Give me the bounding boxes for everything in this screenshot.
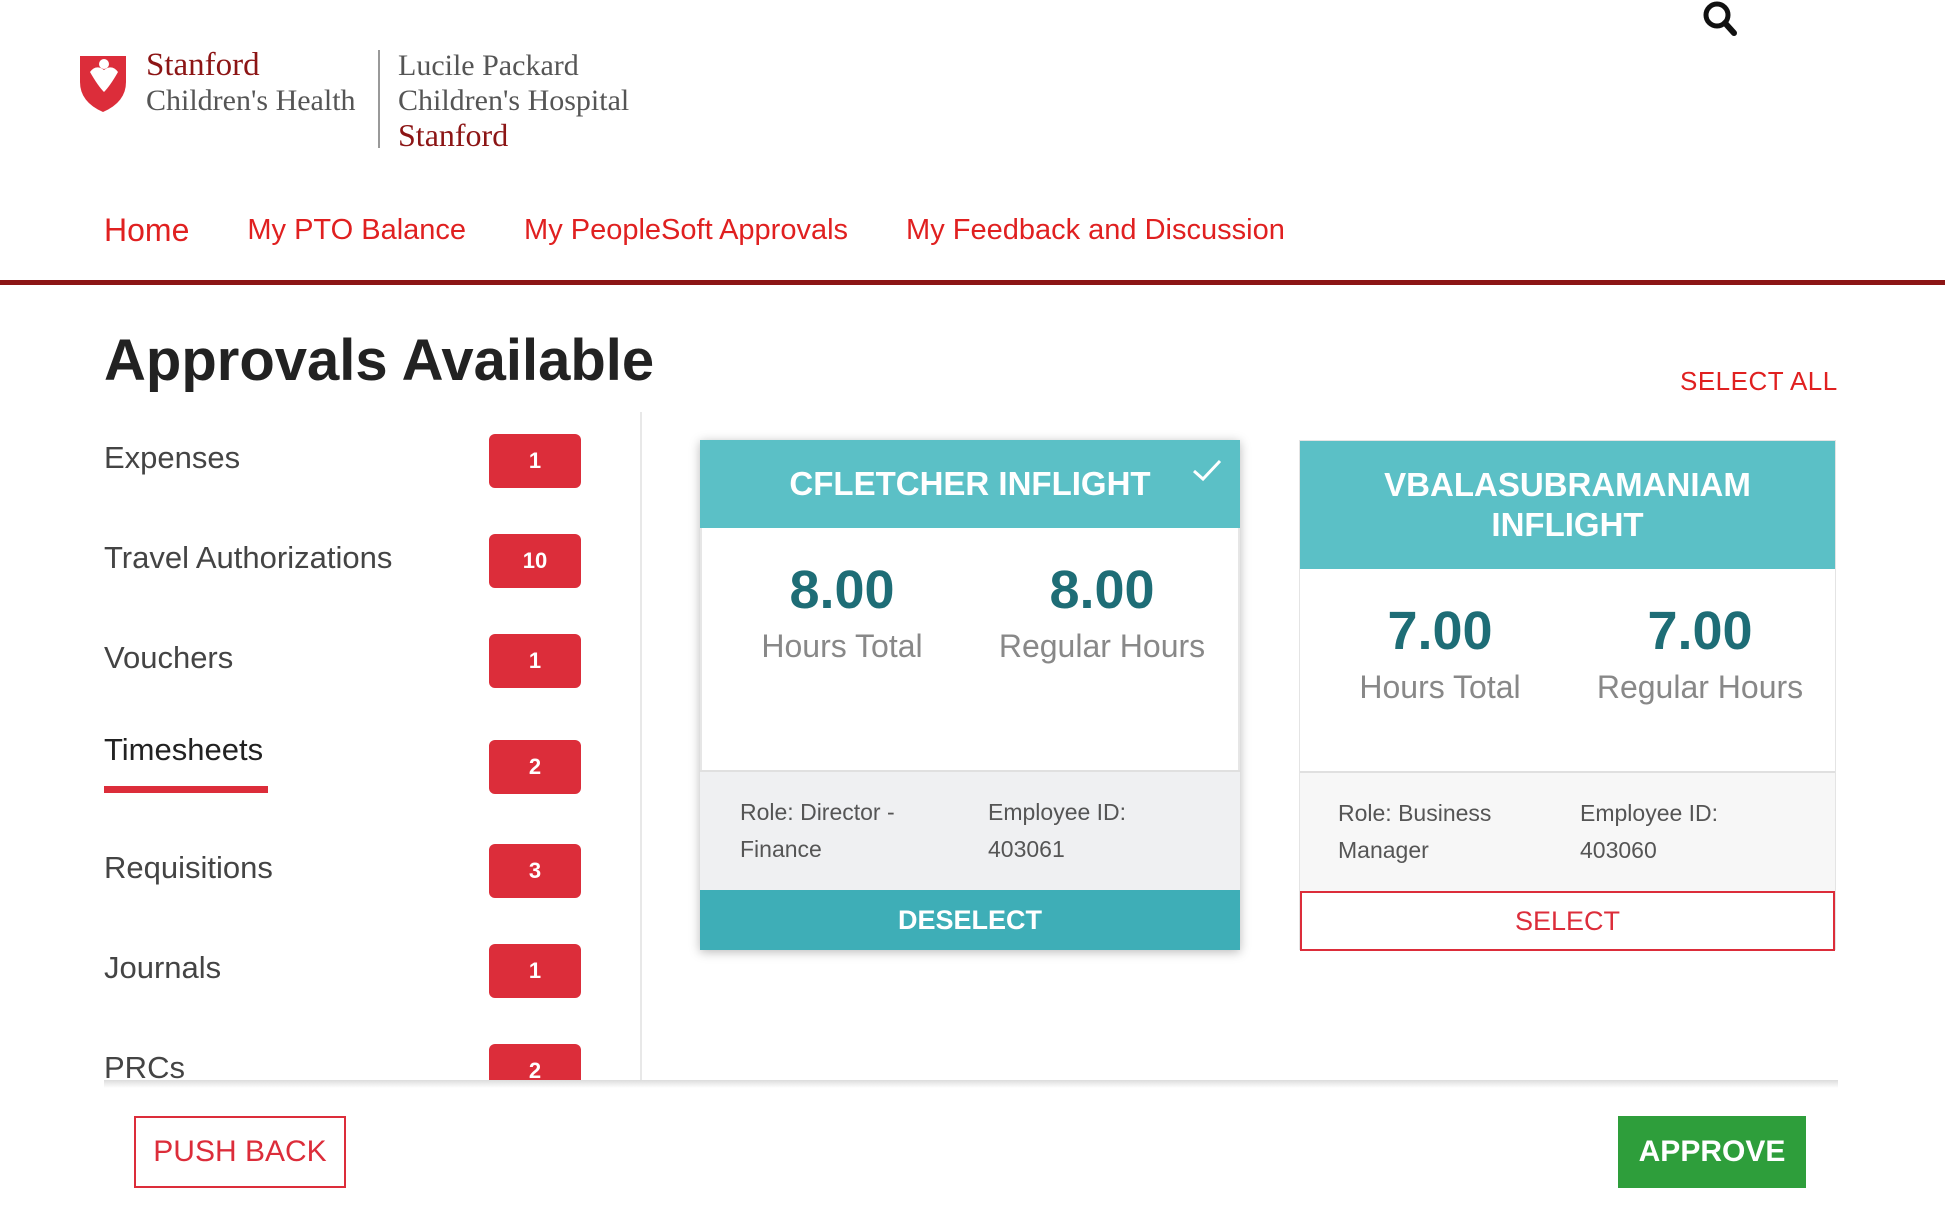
- nav-divider: [0, 280, 1945, 285]
- sidebar-item-vouchers[interactable]: Vouchers 1: [104, 632, 584, 688]
- sidebar-item-expenses[interactable]: Expenses 1: [104, 432, 584, 488]
- approve-button[interactable]: APPROVE: [1618, 1116, 1806, 1188]
- logo-lucile-packard: Lucile Packard Children's Hospital Stanf…: [398, 49, 630, 153]
- role-text: Role: Business Manager: [1338, 800, 1492, 863]
- hours-total-stat: 7.00 Hours Total: [1359, 601, 1521, 705]
- card-title: CFLETCHER INFLIGHT: [700, 440, 1240, 528]
- regular-hours-stat: 7.00 Regular Hours: [1596, 601, 1804, 705]
- count-badge: 10: [489, 534, 581, 588]
- logo-stanford-childrens-health: Stanford Children's Health: [146, 47, 356, 118]
- count-badge: 3: [489, 844, 581, 898]
- card-title: VBALASUBRAMANIAM INFLIGHT: [1300, 441, 1835, 569]
- count-badge: 1: [489, 944, 581, 998]
- hours-total-stat: 8.00 Hours Total: [761, 560, 923, 664]
- column-divider: [640, 412, 642, 1087]
- sidebar-item-timesheets[interactable]: Timesheets 2: [104, 724, 584, 796]
- sidebar-item-label: Requisitions: [104, 850, 273, 885]
- card-stats: 7.00 Hours Total 7.00 Regular Hours: [1300, 569, 1835, 771]
- card-details: Role: Business Manager Employee ID: 4030…: [1300, 771, 1835, 893]
- scroll-shadow: [104, 1080, 1838, 1088]
- sidebar-item-requisitions[interactable]: Requisitions 3: [104, 842, 584, 898]
- card-details: Role: Director - Finance Employee ID: 40…: [700, 770, 1240, 892]
- card-stats: 8.00 Hours Total 8.00 Regular Hours: [700, 528, 1240, 770]
- check-icon: [1190, 454, 1224, 484]
- hospital-logo: Stanford Children's Health Lucile Packar…: [76, 48, 656, 154]
- nav-my-peoplesoft-approvals[interactable]: My PeopleSoft Approvals: [524, 214, 848, 247]
- sidebar-item-label: Travel Authorizations: [104, 540, 393, 575]
- nav-home[interactable]: Home: [104, 212, 189, 249]
- select-all-link[interactable]: SELECT ALL: [1680, 366, 1838, 397]
- timesheet-card-vbalasubramaniam[interactable]: VBALASUBRAMANIAM INFLIGHT 7.00 Hours Tot…: [1299, 440, 1836, 951]
- nav-my-pto-balance[interactable]: My PTO Balance: [247, 214, 466, 247]
- sidebar-item-journals[interactable]: Journals 1: [104, 942, 584, 998]
- select-button[interactable]: SELECT: [1300, 891, 1835, 951]
- nav-my-feedback-and-discussion[interactable]: My Feedback and Discussion: [906, 214, 1285, 247]
- push-back-button[interactable]: PUSH BACK: [134, 1116, 346, 1188]
- count-badge: 1: [489, 634, 581, 688]
- search-icon[interactable]: [1700, 0, 1742, 38]
- role-text: Role: Director - Finance: [740, 799, 895, 862]
- employee-id-text: Employee ID: 403060: [1580, 800, 1719, 863]
- page-title: Approvals Available: [104, 328, 655, 393]
- employee-id-text: Employee ID: 403061: [988, 799, 1127, 862]
- sidebar-item-label: Journals: [104, 950, 222, 985]
- sidebar-item-label: Expenses: [104, 440, 241, 475]
- count-badge: 1: [489, 434, 581, 488]
- sidebar-item-travel-authorizations[interactable]: Travel Authorizations 10: [104, 532, 584, 588]
- approval-category-list: Expenses 1 Travel Authorizations 10 Vouc…: [104, 432, 584, 1087]
- timesheet-card-cfletcher[interactable]: CFLETCHER INFLIGHT 8.00 Hours Total 8.00…: [700, 440, 1240, 950]
- stanford-childrens-logo-icon: [76, 52, 132, 114]
- main-nav: Home My PTO Balance My PeopleSoft Approv…: [104, 208, 1343, 252]
- regular-hours-stat: 8.00 Regular Hours: [998, 560, 1206, 664]
- deselect-button[interactable]: DESELECT: [700, 890, 1240, 950]
- active-tab-indicator: [104, 786, 268, 793]
- count-badge: 2: [489, 740, 581, 794]
- logo-divider: [378, 50, 380, 148]
- sidebar-item-label: Timesheets: [104, 732, 264, 767]
- sidebar-item-label: Vouchers: [104, 640, 234, 675]
